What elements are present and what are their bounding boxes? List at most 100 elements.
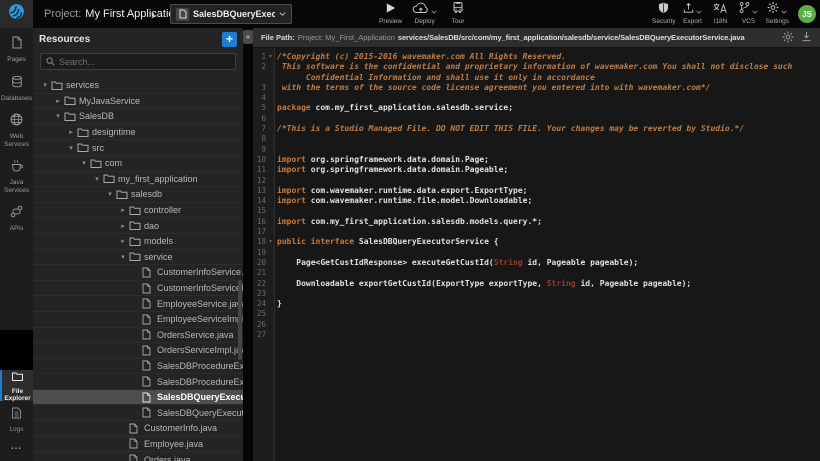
caret-down-icon[interactable]: ▾ bbox=[65, 144, 77, 152]
tree-item-label: service bbox=[144, 252, 173, 262]
fold-spacer bbox=[266, 196, 275, 206]
app-artifact-dropdown[interactable]: SalesDBQueryExecu... bbox=[170, 4, 292, 24]
code-viewport[interactable]: 1▾/*Copyright (c) 2015-2016 wavemaker.co… bbox=[253, 48, 820, 461]
tree-row[interactable]: ▸dao bbox=[33, 218, 243, 234]
tour-button[interactable]: Tour bbox=[447, 3, 469, 25]
sidebar-item-web-services[interactable]: Web Services bbox=[0, 113, 33, 148]
code-line: 14import com.wavemaker.runtime.file.mode… bbox=[253, 196, 820, 206]
tree-row[interactable]: ▾services bbox=[33, 78, 243, 94]
download-file-icon[interactable] bbox=[801, 31, 812, 44]
i18n-button[interactable]: I18N bbox=[710, 3, 732, 25]
folder-icon bbox=[129, 236, 144, 247]
tree-row[interactable]: ▸MyJavaService bbox=[33, 94, 243, 110]
tree-row[interactable]: Employee.java bbox=[33, 437, 243, 453]
code-editor-area: File Path: Project: My_First_Application… bbox=[253, 28, 820, 461]
code-line: 10import org.springframework.data.domain… bbox=[253, 155, 820, 165]
fold-spacer bbox=[266, 165, 275, 175]
tree-item-label: Orders.java bbox=[144, 455, 191, 461]
tree-row[interactable]: ▾salesdb bbox=[33, 187, 243, 203]
caret-down-icon[interactable]: ▾ bbox=[39, 81, 51, 89]
sidebar-item-logs[interactable]: Logs bbox=[0, 406, 33, 432]
fold-spacer bbox=[266, 289, 275, 299]
tree-row[interactable]: EmployeeService.java bbox=[33, 296, 243, 312]
top-bar: Project: My First Application › SalesDBQ… bbox=[0, 0, 820, 28]
caret-down-icon[interactable]: ▾ bbox=[52, 112, 64, 120]
vcs-button[interactable]: VCS bbox=[738, 3, 760, 25]
caret-down-icon[interactable]: ▾ bbox=[104, 190, 116, 198]
caret-down-icon[interactable]: ▾ bbox=[117, 253, 129, 261]
fold-icon[interactable]: ▾ bbox=[266, 52, 275, 62]
sidebar-item-databases[interactable]: Databases bbox=[0, 75, 33, 103]
tree-row[interactable]: ▸controller bbox=[33, 203, 243, 219]
sidebar-item-java-services[interactable]: Java Services bbox=[0, 159, 33, 194]
caret-right-icon[interactable]: ▸ bbox=[117, 222, 129, 230]
tree-row[interactable]: ▸models bbox=[33, 234, 243, 250]
tree-row[interactable]: CustomerInfo.java bbox=[33, 421, 243, 437]
caret-down-icon[interactable]: ▾ bbox=[78, 159, 90, 167]
user-avatar[interactable]: JS bbox=[798, 5, 816, 23]
export-button[interactable]: Export bbox=[682, 3, 704, 25]
tree-item-label: CustomerInfoServiceImpl.java bbox=[157, 283, 243, 293]
caret-down-icon[interactable]: ▾ bbox=[91, 175, 103, 183]
tree-row[interactable]: CustomerInfoServiceImpl.java bbox=[33, 281, 243, 297]
tree-row[interactable]: SalesDBQueryExecutorService.java bbox=[33, 390, 243, 406]
sidebar-item-label: Java Services bbox=[0, 179, 33, 194]
chevron-down-icon bbox=[696, 1, 702, 19]
sidebar-item-apis[interactable]: APIs bbox=[0, 205, 33, 233]
code-line: 26 bbox=[253, 320, 820, 330]
tree-row[interactable]: ▾SalesDB bbox=[33, 109, 243, 125]
sidebar-more-button[interactable]: ... bbox=[0, 441, 33, 452]
caret-right-icon[interactable]: ▸ bbox=[117, 237, 129, 245]
fold-icon[interactable]: ▾ bbox=[266, 237, 275, 247]
code-line: 3 with the terms of the source code lice… bbox=[253, 83, 820, 93]
fold-spacer bbox=[266, 217, 275, 227]
tree-scrollbar[interactable] bbox=[238, 280, 242, 360]
caret-right-icon[interactable]: ▸ bbox=[52, 97, 64, 105]
code-line: 15 bbox=[253, 206, 820, 216]
tree-row[interactable]: SalesDBProcedureExecutorServiceImpl.java bbox=[33, 374, 243, 390]
preview-button[interactable]: Preview bbox=[379, 3, 402, 25]
chevron-down-icon bbox=[781, 1, 787, 19]
tree-row[interactable]: Orders.java bbox=[33, 452, 243, 461]
sidebar-item-file-explorer[interactable]: File Explorer bbox=[0, 370, 33, 401]
editor-settings-gear-icon[interactable] bbox=[782, 31, 794, 45]
caret-right-icon[interactable]: ▸ bbox=[65, 128, 77, 136]
file-icon bbox=[142, 345, 157, 356]
code-text: with the terms of the source code licens… bbox=[275, 83, 710, 93]
tree-row[interactable]: CustomerInfoService.java bbox=[33, 265, 243, 281]
code-text: import com.wavemaker.runtime.data.export… bbox=[275, 186, 527, 196]
sidebar-item-pages[interactable]: Pages bbox=[0, 36, 33, 64]
settings-button[interactable]: Settings bbox=[766, 3, 790, 25]
fold-spacer bbox=[266, 227, 275, 237]
app-logo[interactable] bbox=[0, 0, 33, 28]
collapse-panel-button[interactable]: « bbox=[243, 30, 253, 44]
add-resource-button[interactable]: + bbox=[222, 32, 237, 47]
tree-row[interactable]: ▾my_first_application bbox=[33, 172, 243, 188]
code-line: 25 bbox=[253, 309, 820, 319]
tree-row[interactable]: OrdersService.java bbox=[33, 328, 243, 344]
line-number: 2 bbox=[253, 62, 266, 72]
tree-row[interactable]: ▾ service bbox=[33, 250, 243, 266]
tree-row[interactable]: OrdersServiceImpl.java bbox=[33, 343, 243, 359]
line-number: 8 bbox=[253, 134, 266, 144]
fold-spacer bbox=[266, 103, 275, 113]
line-number: 19 bbox=[253, 248, 266, 258]
tree-row[interactable]: ▾com bbox=[33, 156, 243, 172]
tree-row[interactable]: ▾src bbox=[33, 140, 243, 156]
code-text bbox=[275, 289, 277, 299]
code-text bbox=[275, 330, 277, 340]
file-icon bbox=[142, 314, 157, 325]
tree-row[interactable]: SalesDBQueryExecutorServiceImpl.java bbox=[33, 405, 243, 421]
line-number: 23 bbox=[253, 289, 266, 299]
search-input[interactable] bbox=[59, 57, 230, 67]
left-rail: Pages Databases Web Services Java Servic… bbox=[0, 28, 33, 461]
tree-row[interactable]: ▸designtime bbox=[33, 125, 243, 141]
deploy-button[interactable]: Deploy bbox=[412, 3, 437, 25]
code-text bbox=[275, 134, 277, 144]
tour-label: Tour bbox=[452, 18, 465, 25]
security-button[interactable]: Security bbox=[652, 3, 675, 25]
search-box[interactable] bbox=[40, 53, 236, 70]
tree-row[interactable]: SalesDBProcedureExecutorService.java bbox=[33, 359, 243, 375]
tree-row[interactable]: EmployeeServiceImpl.java bbox=[33, 312, 243, 328]
caret-right-icon[interactable]: ▸ bbox=[117, 206, 129, 214]
